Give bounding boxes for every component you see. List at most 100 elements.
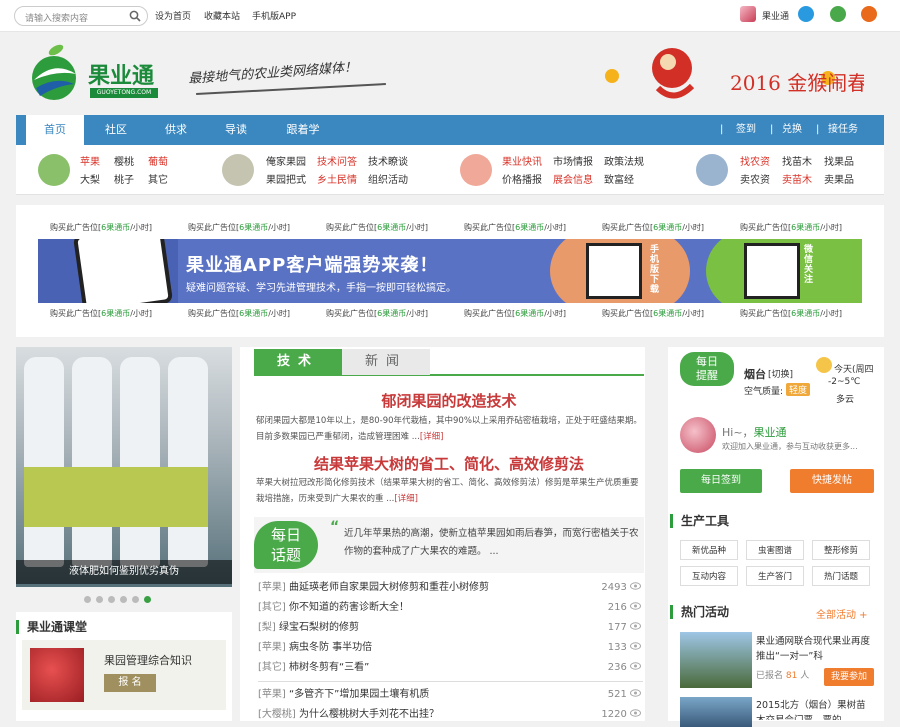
list-item-title[interactable]: 病虫冬防 事半功倍 (289, 642, 372, 653)
activity-image[interactable] (680, 697, 752, 727)
ad-slot-link[interactable]: 购买此广告位[6果通币/小时] (464, 222, 566, 233)
cat-other[interactable]: 其它 (148, 175, 168, 186)
mobile-app-link[interactable]: 手机版APP (252, 9, 296, 22)
cat-my-orchard[interactable]: 俺家果园 (266, 154, 317, 172)
cat-pear[interactable]: 大梨 (80, 172, 114, 190)
cat-market-info[interactable]: 市场情报 (553, 154, 604, 172)
cat-local-customs[interactable]: 乡土民情 (317, 172, 368, 190)
activity-title[interactable]: 果业通网联合现代果业再度推出“一对一”科 (756, 634, 874, 664)
search-input[interactable]: 请输入搜索内容 (25, 11, 88, 24)
cat-apple[interactable]: 苹果 (80, 154, 114, 172)
ad-slot-link[interactable]: 购买此广告位[6果通币/小时] (740, 308, 842, 319)
list-item[interactable]: [大樱桃] 为什么樱桃树大手刘花不出挂？ 1220 (258, 705, 643, 725)
activity-title[interactable]: 2015北方（烟台）果树苗木交易会门票，票的 (756, 698, 874, 720)
ad-slot-link[interactable]: 购买此广告位[6果通币/小时] (602, 222, 704, 233)
course-item-title[interactable]: 果园管理综合知识 (104, 652, 192, 668)
daily-topic[interactable]: 每日 话题 “ 近几年苹果热的高潮，使新立植苹果园如雨后春笋，而宽行密植关于农作物… (254, 517, 644, 573)
tab-tech[interactable]: 技术 (254, 349, 342, 375)
nav-task[interactable]: 接任务 (828, 115, 858, 145)
list-item[interactable]: [苹果] “多管齐下”增加果园土壤有机质 521 (258, 685, 643, 705)
quick-post-button[interactable]: 快捷发帖 (790, 469, 874, 493)
list-item-title[interactable]: “多管齐下”增加果园土壤有机质 (289, 689, 429, 700)
list-item[interactable]: [苹果] 病虫冬防 事半功倍 133 (258, 638, 643, 658)
ad-slot-link[interactable]: 购买此广告位[6果通币/小时] (50, 308, 152, 319)
nav-community[interactable]: 社区 (88, 115, 144, 145)
cat-sell-fruit[interactable]: 卖果品 (824, 175, 854, 186)
username-link[interactable]: 果业通 (762, 9, 789, 22)
slider-dot[interactable] (132, 596, 139, 603)
qr-code-download[interactable] (586, 243, 642, 299)
tool-interactive[interactable]: 互动内容 (680, 566, 738, 586)
tab-news[interactable]: 新闻 (342, 349, 430, 375)
nav-learn[interactable]: 跟着学 (268, 115, 338, 145)
slider-dot[interactable] (84, 596, 91, 603)
slider-image[interactable] (16, 347, 232, 587)
cat-wealth[interactable]: 致富经 (604, 175, 634, 186)
tool-pruning[interactable]: 整形修剪 (812, 540, 870, 560)
cat-policy[interactable]: 政策法规 (604, 157, 644, 168)
tool-hot-topics[interactable]: 热门话题 (812, 566, 870, 586)
list-item-title[interactable]: 为什么樱桃树大手刘花不出挂？ (299, 709, 439, 720)
slider-dot[interactable] (108, 596, 115, 603)
enroll-button[interactable]: 报 名 (104, 674, 156, 692)
cat-fruit-news[interactable]: 果业快讯 (502, 154, 553, 172)
all-activities-link[interactable]: 全部活动 + (816, 606, 868, 621)
logo-icon[interactable] (26, 40, 82, 102)
cat-cherry[interactable]: 樱桃 (114, 154, 148, 172)
cat-orchard-expert[interactable]: 果园把式 (266, 172, 317, 190)
ad-slot-link[interactable]: 购买此广告位[6果通币/小时] (740, 222, 842, 233)
activity-image[interactable] (680, 632, 752, 688)
cat-find-fruit[interactable]: 找果品 (824, 157, 854, 168)
nav-exchange[interactable]: 兑换 (782, 115, 802, 145)
read-more-link[interactable]: [详细] (420, 432, 444, 442)
ad-slot-link[interactable]: 购买此广告位[6果通币/小时] (464, 308, 566, 319)
avatar[interactable] (740, 6, 756, 22)
cat-price-report[interactable]: 价格播报 (502, 172, 553, 190)
cat-tech-qa[interactable]: 技术问答 (317, 154, 368, 172)
cat-sell-seedlings[interactable]: 卖苗木 (782, 172, 824, 190)
join-activity-button[interactable]: 我要参加 (824, 668, 874, 686)
slider-dot-active[interactable] (144, 596, 151, 603)
set-homepage-link[interactable]: 设为首页 (155, 9, 191, 22)
ad-slot-link[interactable]: 购买此广告位[6果通币/小时] (326, 222, 428, 233)
app-download-banner[interactable]: 果业通APP客户端强势来袭！ 疑难问题答疑、学习先进管理技术，手指一按即可轻松搞… (38, 239, 862, 303)
slider-caption[interactable]: 液体肥如何鉴别优劣真伪 (16, 560, 232, 584)
bookmark-link[interactable]: 收藏本站 (204, 9, 240, 22)
cat-exhibition[interactable]: 展会信息 (553, 172, 604, 190)
nav-home[interactable]: 首页 (26, 115, 84, 145)
ad-slot-link[interactable]: 购买此广告位[6果通币/小时] (188, 222, 290, 233)
search-box[interactable]: 请输入搜索内容 (14, 6, 148, 26)
cat-peach[interactable]: 桃子 (114, 172, 148, 190)
list-item[interactable]: [梨] 绿宝石梨树的修剪 177 (258, 618, 643, 638)
tool-new-varieties[interactable]: 新优品种 (680, 540, 738, 560)
list-item-title[interactable]: 你不知道的药害诊断大全！ (289, 602, 409, 613)
ad-slot-link[interactable]: 购买此广告位[6果通币/小时] (602, 308, 704, 319)
nav-signin[interactable]: 签到 (736, 115, 756, 145)
article-title[interactable]: 郁闭果园的改造技术 (254, 390, 644, 411)
cat-sell-supplies[interactable]: 卖农资 (740, 172, 782, 190)
user-avatar[interactable] (680, 417, 716, 453)
switch-city-link[interactable]: [切换] (768, 367, 793, 380)
gift-icon[interactable] (861, 6, 877, 22)
cat-find-seedlings[interactable]: 找苗木 (782, 154, 824, 172)
ad-slot-link[interactable]: 购买此广告位[6果通币/小时] (188, 308, 290, 319)
greeting-username[interactable]: 果业通 (754, 426, 787, 439)
list-item-title[interactable]: 柿树冬剪有“三看” (289, 662, 369, 673)
slider-dot[interactable] (120, 596, 127, 603)
tool-production-qa[interactable]: 生产答门 (746, 566, 804, 586)
daily-signin-button[interactable]: 每日签到 (680, 469, 762, 493)
list-item-title[interactable]: 曲延瑛老师自家果园大树修剪和重茬小树修剪 (289, 582, 489, 593)
qr-code-wechat[interactable] (744, 243, 800, 299)
cat-grape[interactable]: 葡萄 (148, 157, 168, 168)
slider-dot[interactable] (96, 596, 103, 603)
list-item[interactable]: [其它] 柿树冬剪有“三看” 236 (258, 658, 643, 678)
tool-pest-atlas[interactable]: 虫害图谱 (746, 540, 804, 560)
qq-icon[interactable] (798, 6, 814, 22)
message-icon[interactable] (830, 6, 846, 22)
cat-events[interactable]: 组织活动 (368, 175, 408, 186)
nav-supply[interactable]: 供求 (148, 115, 204, 145)
article-title[interactable]: 结果苹果大树的省工、简化、高效修剪法 (254, 453, 644, 474)
list-item[interactable]: [苹果] 曲延瑛老师自家果园大树修剪和重茬小树修剪 2493 (258, 578, 643, 598)
cat-find-supplies[interactable]: 找农资 (740, 154, 782, 172)
list-item[interactable]: [其它] 你不知道的药害诊断大全！ 216 (258, 598, 643, 618)
